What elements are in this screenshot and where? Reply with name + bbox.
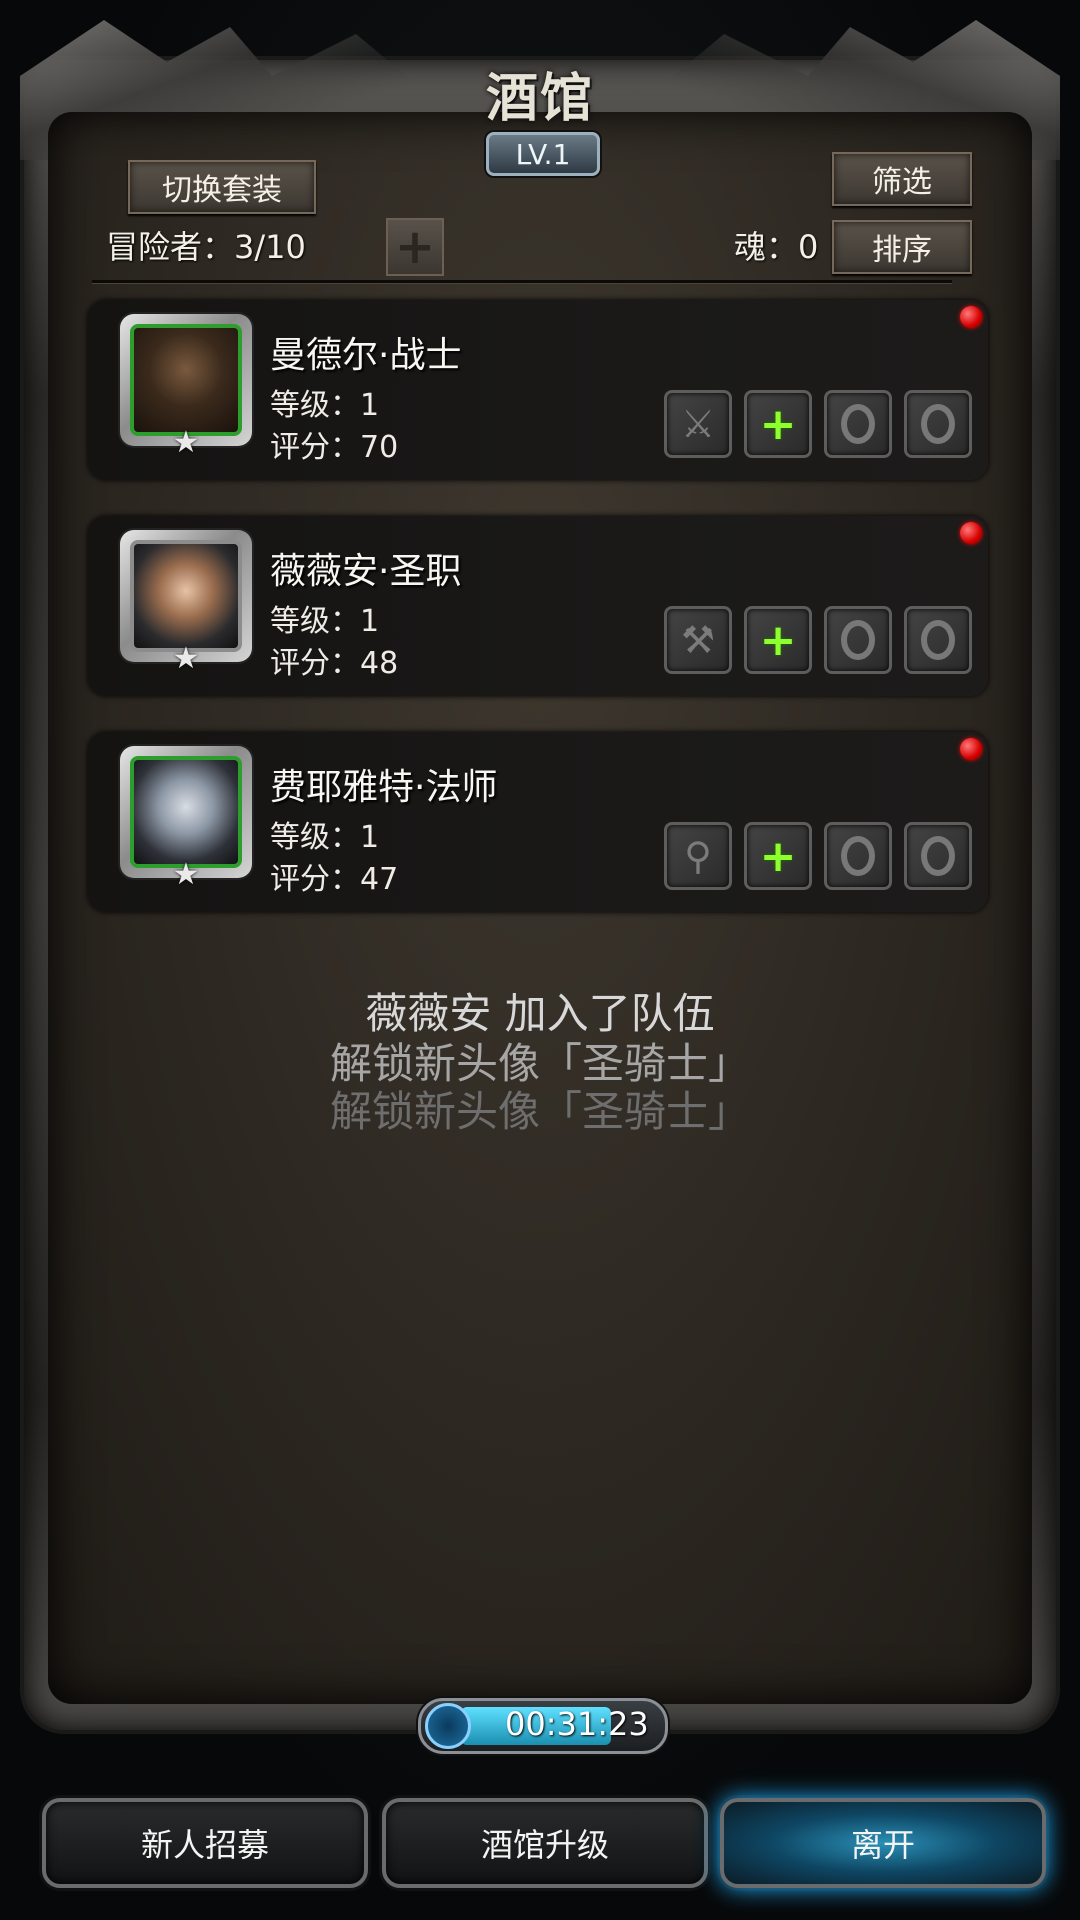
ring-icon [921, 620, 955, 660]
ring-slot[interactable] [824, 390, 892, 458]
switch-outfit-button[interactable]: 切换套装 [128, 160, 316, 214]
ring-icon [921, 404, 955, 444]
soul-count: 魂：0 [734, 228, 819, 266]
character-name: 曼德尔·战士 [270, 335, 462, 376]
ring-icon [921, 836, 955, 876]
avatar[interactable]: ★ [120, 530, 252, 676]
upgrade-tavern-button[interactable]: 酒馆升级 [382, 1798, 708, 1888]
character-name: 费耶雅特·法师 [270, 767, 498, 808]
ring-slot[interactable] [824, 606, 892, 674]
star-icon: ★ [172, 425, 200, 460]
ring-slot[interactable] [904, 390, 972, 458]
ring-icon [841, 836, 875, 876]
title-plate: 酒馆 [470, 56, 610, 136]
filter-button[interactable]: 筛选 [832, 152, 972, 206]
star-icon: ★ [172, 641, 200, 676]
character-score: 评分：70 [270, 430, 399, 465]
priest-portrait [130, 540, 242, 652]
recruit-button[interactable]: 新人招募 [42, 1798, 368, 1888]
ring-icon [841, 620, 875, 660]
hammer-icon: ⚒ [680, 618, 716, 662]
page-title: 酒馆 [485, 68, 594, 129]
character-name: 薇薇安·圣职 [270, 551, 462, 592]
timer: 00:31:23 [418, 1698, 668, 1754]
armor-slot[interactable]: + [744, 390, 812, 458]
character-score: 评分：48 [270, 646, 399, 681]
weapon-slot[interactable]: ⚲ [664, 822, 732, 890]
weapon-slot[interactable]: ⚒ [664, 606, 732, 674]
sword-icon: ⚔ [680, 402, 716, 446]
sort-button[interactable]: 排序 [832, 220, 972, 274]
armor-slot[interactable]: + [744, 822, 812, 890]
level-badge: LV.1 [486, 132, 600, 176]
warrior-portrait [130, 324, 242, 436]
weapon-slot[interactable]: ⚔ [664, 390, 732, 458]
avatar[interactable]: ★ [120, 746, 252, 892]
header-divider [92, 280, 952, 283]
adventurer-count: 冒险者：3/10 [106, 228, 306, 266]
notification-dot [960, 738, 982, 760]
staff-icon: ⚲ [684, 834, 712, 878]
timer-text: 00:31:23 [505, 1705, 649, 1743]
plus-icon: + [759, 830, 797, 882]
notification-dot [960, 522, 982, 544]
star-icon: ★ [172, 857, 200, 892]
plus-icon: + [759, 398, 797, 450]
character-card[interactable]: ★ 曼德尔·战士 等级：1 评分：70 ⚔ + [88, 300, 988, 480]
clock-icon [425, 1703, 471, 1749]
notification-dot [960, 306, 982, 328]
character-level: 等级：1 [270, 388, 380, 423]
ring-slot[interactable] [904, 822, 972, 890]
plus-icon: + [394, 219, 436, 275]
ring-slot[interactable] [824, 822, 892, 890]
add-adventurer-button[interactable]: + [386, 218, 444, 276]
armor-slot[interactable]: + [744, 606, 812, 674]
ring-slot[interactable] [904, 606, 972, 674]
mage-portrait [130, 756, 242, 868]
character-card[interactable]: ★ 薇薇安·圣职 等级：1 评分：48 ⚒ + [88, 516, 988, 696]
ring-icon [841, 404, 875, 444]
leave-button[interactable]: 离开 [720, 1798, 1046, 1888]
character-level: 等级：1 [270, 820, 380, 855]
avatar[interactable]: ★ [120, 314, 252, 460]
message-unlock-faded: 解锁新头像「圣骑士」 [329, 1087, 750, 1136]
character-card[interactable]: ★ 费耶雅特·法师 等级：1 评分：47 ⚲ + [88, 732, 988, 912]
character-score: 评分：47 [270, 862, 399, 897]
plus-icon: + [759, 614, 797, 666]
character-level: 等级：1 [270, 604, 380, 639]
